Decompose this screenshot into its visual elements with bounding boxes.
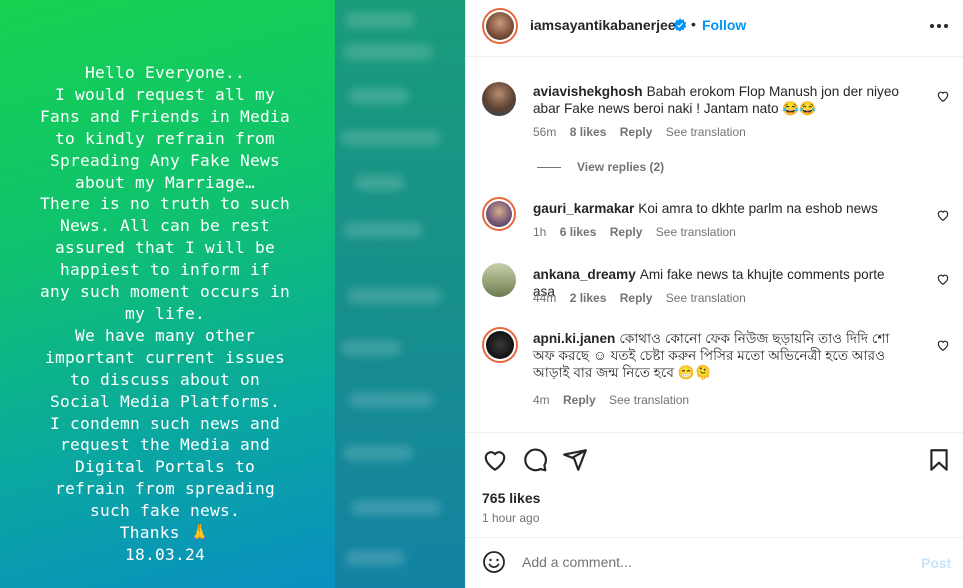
- comment-body: apni.ki.janen কোথাও কোনো ফেক নিউজ ছড়ায়ন…: [533, 330, 905, 381]
- commenter-avatar[interactable]: [482, 82, 516, 116]
- see-translation-link[interactable]: See translation: [609, 393, 689, 407]
- view-replies-button[interactable]: View replies (2): [537, 160, 664, 174]
- commenter-avatar[interactable]: [482, 197, 516, 231]
- comment-time: 44m: [533, 291, 557, 305]
- see-translation-link[interactable]: See translation: [656, 225, 736, 239]
- post-timestamp: 1 hour ago: [482, 511, 540, 525]
- reply-button[interactable]: Reply: [610, 225, 643, 239]
- commenter-avatar[interactable]: [482, 263, 516, 297]
- likes-count[interactable]: 765 likes: [482, 490, 540, 506]
- more-options-icon[interactable]: [928, 16, 950, 36]
- comment-meta: 4m Reply See translation: [533, 393, 699, 407]
- comment-bubble-icon[interactable]: [522, 447, 548, 473]
- see-translation-link[interactable]: See translation: [666, 125, 746, 139]
- separator-dot: •: [691, 16, 696, 32]
- comment-likes[interactable]: 2 likes: [570, 291, 607, 305]
- post-actions: 765 likes 1 hour ago: [466, 432, 963, 537]
- replies-divider: [537, 167, 561, 169]
- like-comment-heart-icon[interactable]: [936, 208, 950, 222]
- comment-time: 56m: [533, 125, 557, 139]
- comment-item: apni.ki.janen কোথাও কোনো ফেক নিউজ ছড়ায়ন…: [482, 327, 952, 407]
- commenter-avatar[interactable]: [482, 327, 518, 363]
- comment-time: 4m: [533, 393, 550, 407]
- reply-button[interactable]: Reply: [563, 393, 596, 407]
- comment-body: gauri_karmakar Koi amra to dkhte parlm na…: [533, 200, 903, 217]
- comment-meta: 1h 6 likes Reply See translation: [533, 225, 746, 239]
- emoji-icon[interactable]: [482, 550, 506, 574]
- comment-meta: 56m 8 likes Reply See translation: [533, 125, 756, 139]
- add-comment-bar: Add a comment... Post: [466, 537, 963, 588]
- reply-button[interactable]: Reply: [620, 125, 653, 139]
- author-username[interactable]: iamsayantikabanerjee: [530, 17, 676, 33]
- comment-likes[interactable]: 8 likes: [570, 125, 607, 139]
- post-header: iamsayantikabanerjee • Follow: [466, 0, 963, 57]
- share-send-icon[interactable]: [562, 447, 588, 473]
- save-bookmark-icon[interactable]: [926, 447, 952, 473]
- comment-text: Koi amra to dkhte parlm na eshob news: [638, 201, 878, 216]
- comment-likes[interactable]: 6 likes: [560, 225, 597, 239]
- commenter-username[interactable]: aviavishekghosh: [533, 84, 643, 99]
- like-comment-heart-icon[interactable]: [936, 89, 950, 103]
- view-replies-label: View replies (2): [577, 160, 665, 174]
- post-comment-button[interactable]: Post: [921, 555, 951, 571]
- like-heart-icon[interactable]: [482, 447, 508, 473]
- author-avatar[interactable]: [482, 8, 518, 44]
- post-image-text: Hello Everyone.. I would request all my …: [40, 63, 290, 564]
- comment-time: 1h: [533, 225, 547, 239]
- comment-body: aviavishekghosh Babah erokom Flop Manush …: [533, 83, 903, 117]
- comment-input[interactable]: Add a comment...: [522, 554, 632, 570]
- comment-item: aviavishekghosh Babah erokom Flop Manush …: [482, 82, 952, 152]
- follow-button[interactable]: Follow: [702, 17, 746, 33]
- like-comment-heart-icon[interactable]: [936, 272, 950, 286]
- comment-item: ankana_dreamy Ami fake news ta khujte com…: [482, 263, 952, 313]
- comments-list: aviavishekghosh Babah erokom Flop Manush …: [466, 57, 963, 432]
- comment-meta: 44m 2 likes Reply See translation: [533, 291, 756, 305]
- like-comment-heart-icon[interactable]: [936, 338, 950, 352]
- comment-item: gauri_karmakar Koi amra to dkhte parlm na…: [482, 197, 952, 247]
- commenter-username[interactable]: gauri_karmakar: [533, 201, 634, 216]
- blurred-background: [335, 0, 465, 588]
- see-translation-link[interactable]: See translation: [666, 291, 746, 305]
- post-image: Hello Everyone.. I would request all my …: [0, 0, 335, 588]
- verified-badge-icon: [673, 18, 687, 32]
- post-sidebar: iamsayantikabanerjee • Follow aviavishek…: [465, 0, 963, 588]
- commenter-username[interactable]: ankana_dreamy: [533, 267, 636, 282]
- reply-button[interactable]: Reply: [620, 291, 653, 305]
- commenter-username[interactable]: apni.ki.janen: [533, 331, 615, 346]
